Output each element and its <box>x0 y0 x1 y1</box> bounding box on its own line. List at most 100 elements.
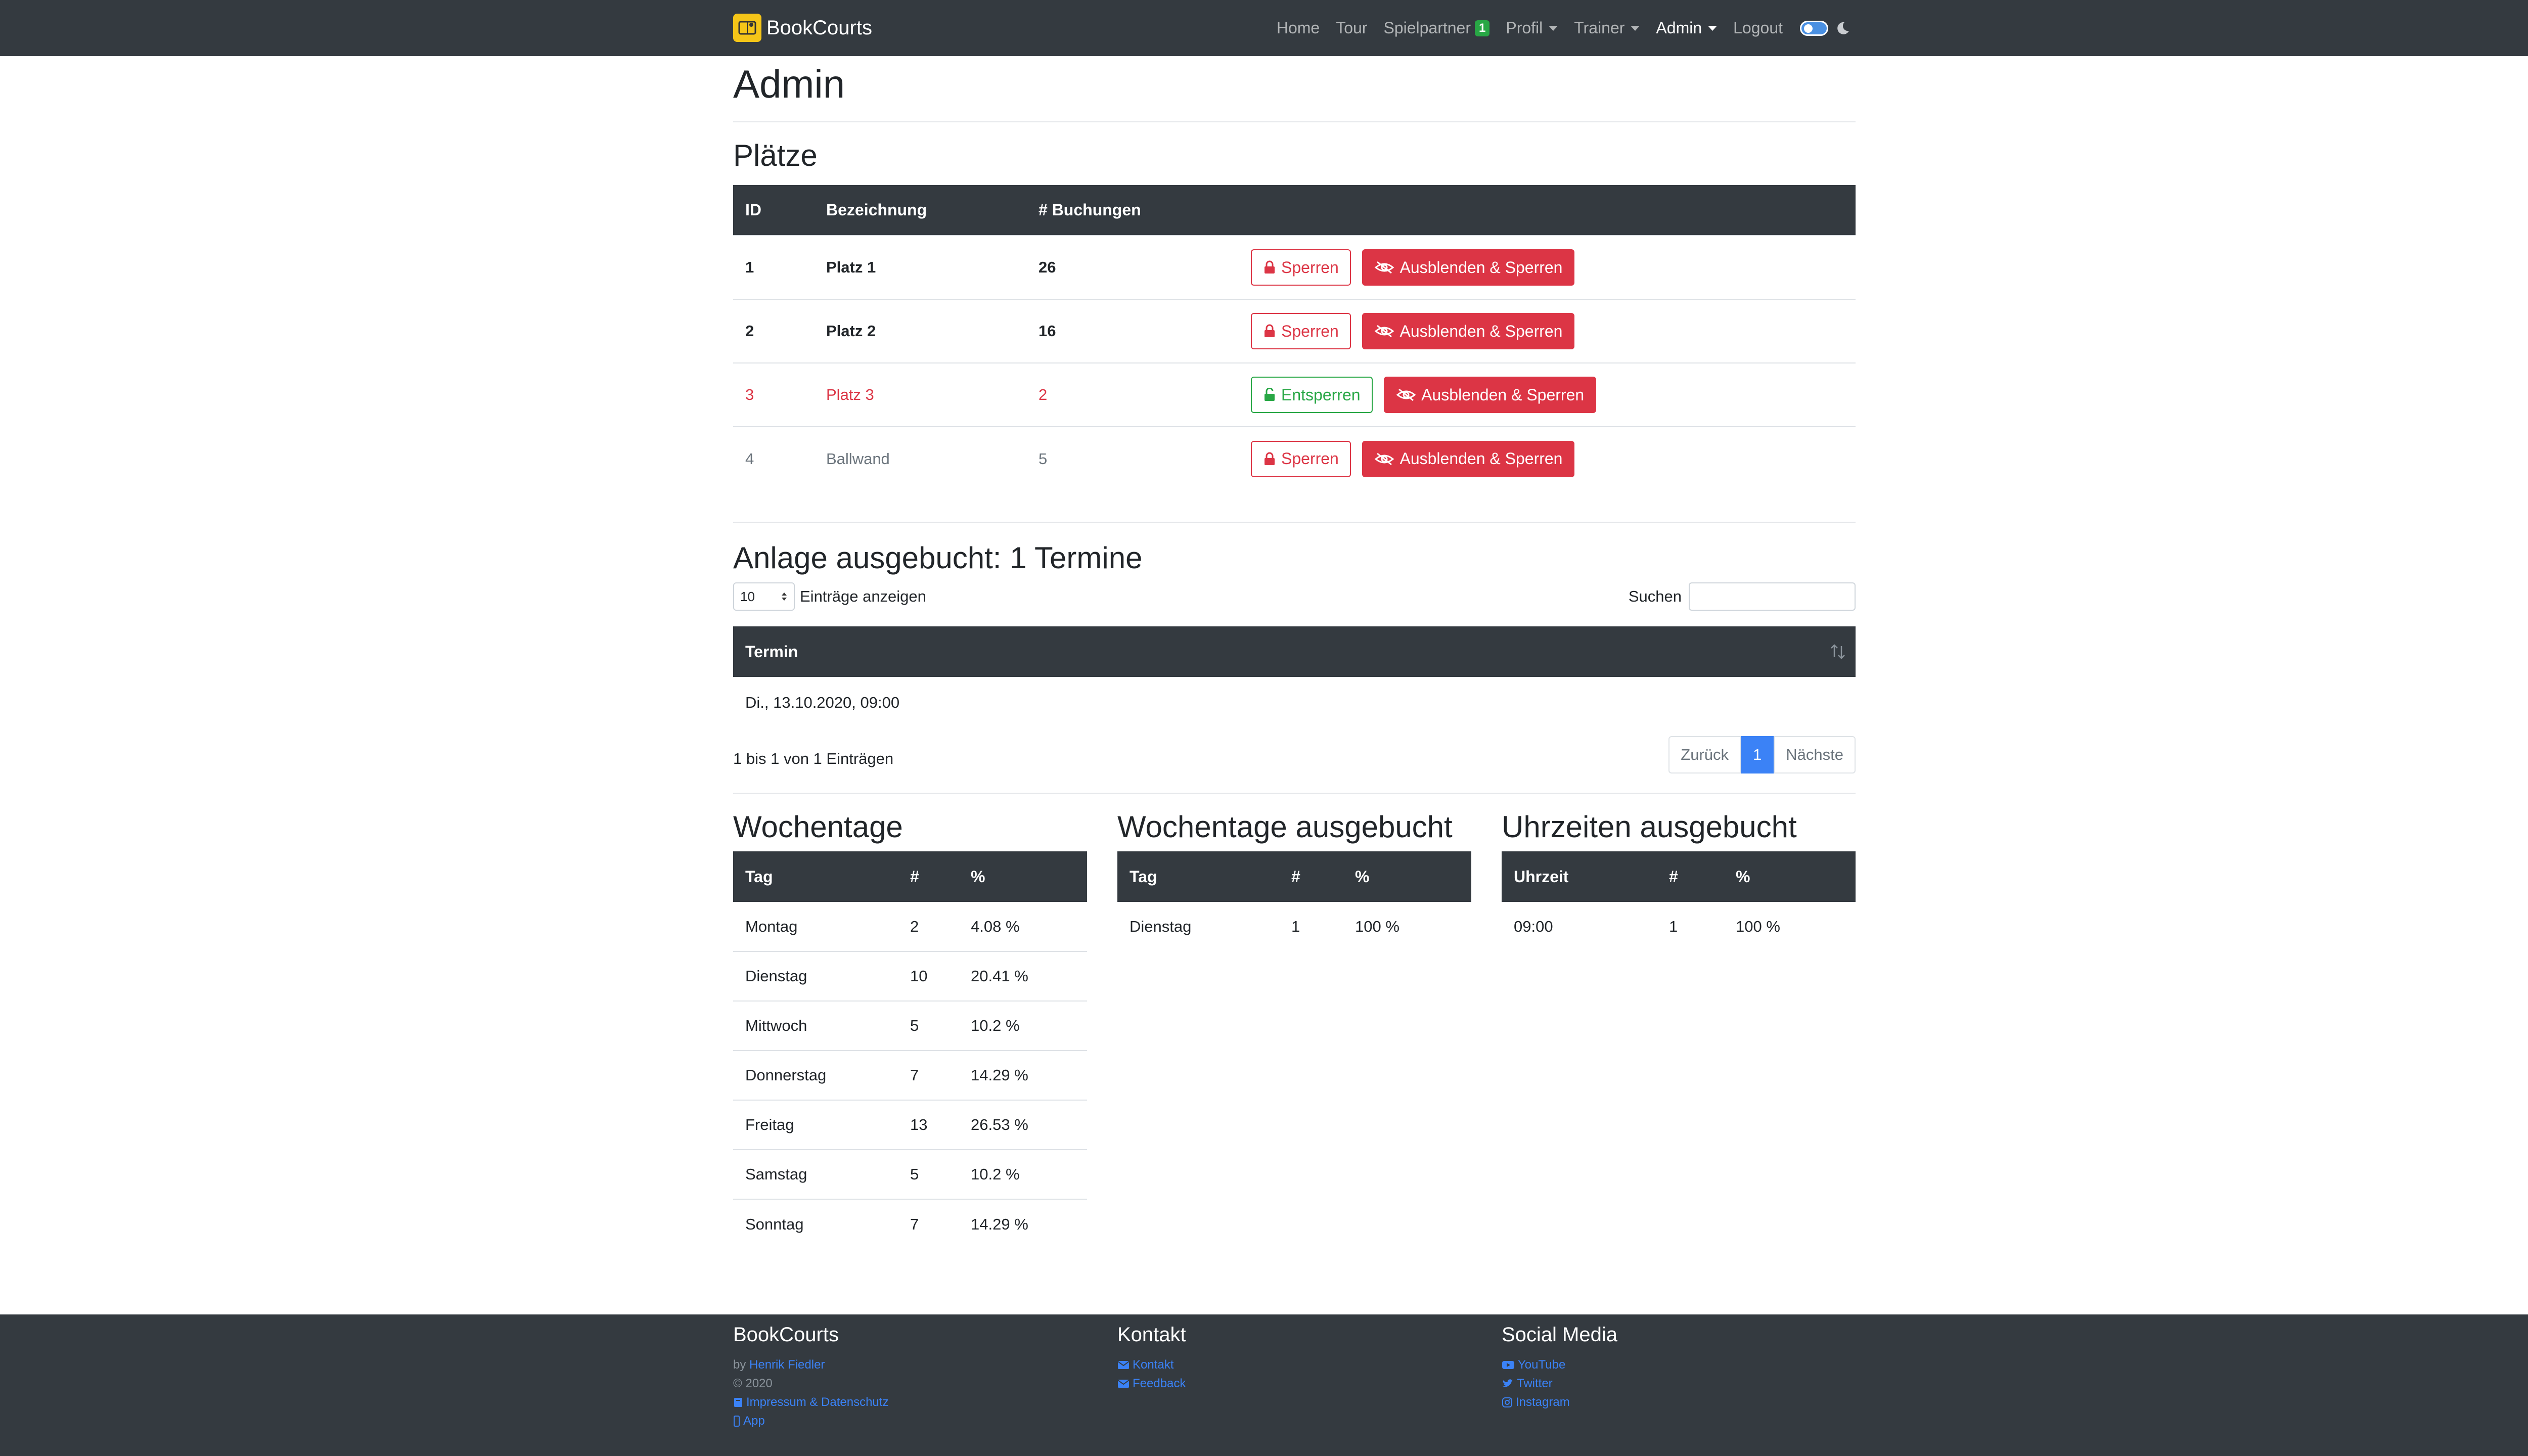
col-header-percent: % <box>959 851 1087 902</box>
hide-and-lock-button[interactable]: Ausblenden & Sperren <box>1362 440 1575 477</box>
percent-cell: 26.53 % <box>959 1100 1087 1150</box>
court-name: Platz 3 <box>814 362 1026 427</box>
chevron-down-icon <box>1631 25 1640 31</box>
pagination-page-button[interactable]: 1 <box>1741 736 1774 774</box>
eye-slash-icon <box>1375 452 1394 465</box>
pagination-prev-button[interactable]: Zurück <box>1668 736 1741 774</box>
table-row: 09:00 1 100 % <box>1502 902 1856 951</box>
search-control: Suchen <box>1629 582 1856 611</box>
lock-icon <box>1265 260 1275 274</box>
booked-out-table: Termin Di., 13.10.2020, 09:00 <box>733 626 1856 729</box>
percent-cell: 14.29 % <box>959 1199 1087 1249</box>
lock-button[interactable]: Sperren <box>1251 313 1351 349</box>
footer-contact-label: Kontakt <box>1133 1358 1174 1372</box>
nav-logout[interactable]: Logout <box>1733 19 1783 37</box>
nav-admin-dropdown[interactable]: Admin <box>1656 19 1718 37</box>
search-label: Suchen <box>1628 587 1682 605</box>
nav-spielpartner-label: Spielpartner <box>1383 19 1471 37</box>
percent-cell: 10.2 % <box>959 1000 1087 1051</box>
footer-author-link[interactable]: Henrik Fiedler <box>749 1355 825 1374</box>
percent-cell: 100 % <box>1355 918 1400 935</box>
col-header-percent: % <box>1343 851 1471 902</box>
court-bookings: 26 <box>1026 235 1239 299</box>
footer-twitter-link[interactable]: Twitter <box>1502 1374 1617 1393</box>
time-cell: 09:00 <box>1514 918 1553 935</box>
footer-contact-link[interactable]: Kontakt <box>1117 1355 1186 1374</box>
hide-and-lock-button[interactable]: Ausblenden & Sperren <box>1362 249 1575 286</box>
weekday-cell: Donnerstag <box>733 1050 898 1100</box>
weekdays-booked-table: Tag # % Dienstag 1 100 % <box>1117 851 1471 951</box>
mobile-icon <box>733 1415 740 1427</box>
court-id: 1 <box>733 235 814 299</box>
weekdays-table: Tag # % Montag 2 4.08 % Dienstag 10 20.41 % … <box>733 851 1087 1249</box>
entries-length-select[interactable]: 10 <box>733 582 795 611</box>
footer-imprint-link[interactable]: Impressum & Datenschutz <box>733 1393 888 1412</box>
footer-brand-title: BookCourts <box>733 1324 839 1346</box>
hide-and-lock-button[interactable]: Ausblenden & Sperren <box>1384 377 1597 413</box>
eye-slash-icon <box>1396 388 1416 401</box>
brand[interactable]: BookCourts <box>733 14 872 42</box>
count-cell: 1 <box>1669 918 1678 935</box>
nav-trainer-dropdown[interactable]: Trainer <box>1574 19 1640 37</box>
footer-author-line: by Henrik Fiedler <box>733 1355 888 1374</box>
hours-booked-title: Uhrzeiten ausgebucht <box>1502 810 1797 844</box>
weekdays-title: Wochentage <box>733 810 903 844</box>
footer-feedback-label: Feedback <box>1133 1377 1186 1390</box>
toggle-knob <box>1804 24 1813 33</box>
footer-feedback-link[interactable]: Feedback <box>1117 1374 1186 1393</box>
unlock-button[interactable]: Entsperren <box>1251 377 1373 413</box>
book-icon <box>733 1397 743 1408</box>
table-row: Donnerstag 7 14.29 % <box>733 1050 1087 1100</box>
table-row: 1 Platz 1 26 Sperren Ausblenden & Sperre… <box>733 235 1856 299</box>
weekdays-booked-title: Wochentage ausgebucht <box>1117 810 1453 844</box>
court-actions: Sperren Ausblenden & Sperren <box>1239 299 1856 363</box>
table-row: Dienstag 10 20.41 % <box>733 951 1087 1001</box>
nav-home[interactable]: Home <box>1277 19 1320 37</box>
footer: BookCourts by Henrik Fiedler © 2020 Impr… <box>0 1314 2528 1456</box>
percent-cell: 14.29 % <box>959 1050 1087 1100</box>
footer-youtube-link[interactable]: YouTube <box>1502 1355 1617 1374</box>
percent-cell: 20.41 % <box>959 951 1087 1001</box>
court-id: 2 <box>733 299 814 363</box>
brand-logo-icon <box>733 14 761 42</box>
court-name: Ballwand <box>814 426 1026 490</box>
lock-button[interactable]: Sperren <box>1251 440 1351 477</box>
col-header-termin[interactable]: Termin <box>733 626 1856 677</box>
count-cell: 1 <box>1291 918 1300 935</box>
court-name: Platz 1 <box>814 235 1026 299</box>
hide-button-label: Ausblenden & Sperren <box>1421 385 1585 404</box>
weekday-cell: Sonntag <box>733 1199 898 1249</box>
nav-profil-dropdown[interactable]: Profil <box>1506 19 1558 37</box>
dark-mode-toggle[interactable] <box>1800 20 1828 36</box>
courts-table: ID Bezeichnung # Buchungen 1 Platz 1 26 … <box>733 185 1856 490</box>
weekday-cell: Montag <box>745 917 798 935</box>
footer-app-link[interactable]: App <box>733 1412 888 1430</box>
col-header-count: # <box>898 851 959 902</box>
nav-spielpartner[interactable]: Spielpartner 1 <box>1383 19 1490 37</box>
envelope-icon <box>1117 1379 1130 1388</box>
footer-instagram-link[interactable]: Instagram <box>1502 1393 1617 1412</box>
count-cell: 5 <box>898 1000 959 1051</box>
spielpartner-count-badge: 1 <box>1474 20 1490 36</box>
col-header-count: # <box>1279 851 1343 902</box>
pagination-next-button[interactable]: Nächste <box>1774 736 1856 774</box>
pagination: Zurück 1 Nächste <box>1668 736 1856 774</box>
footer-social-title: Social Media <box>1502 1324 1618 1346</box>
court-actions: Entsperren Ausblenden & Sperren <box>1239 362 1856 427</box>
nav-tour[interactable]: Tour <box>1336 19 1367 37</box>
col-header-tag: Tag <box>1117 851 1279 902</box>
hours-booked-table: Uhrzeit # % 09:00 1 100 % <box>1502 851 1856 951</box>
col-header-time: Uhrzeit <box>1502 851 1657 902</box>
booked-out-title: Anlage ausgebucht: 1 Termine <box>733 541 1143 575</box>
footer-twitter-label: Twitter <box>1517 1377 1553 1390</box>
percent-cell: 10.2 % <box>959 1149 1087 1199</box>
weekday-cell: Samstag <box>733 1149 898 1199</box>
lock-button[interactable]: Sperren <box>1251 249 1351 286</box>
entries-length-label: Einträge anzeigen <box>800 587 926 605</box>
termin-cell: Di., 13.10.2020, 09:00 <box>745 694 900 711</box>
table-row: Dienstag 1 100 % <box>1117 902 1471 951</box>
table-row: Samstag 5 10.2 % <box>733 1149 1087 1199</box>
hide-and-lock-button[interactable]: Ausblenden & Sperren <box>1362 313 1575 349</box>
booked-out-header-row: Termin <box>733 626 1856 677</box>
search-input[interactable] <box>1689 582 1856 611</box>
